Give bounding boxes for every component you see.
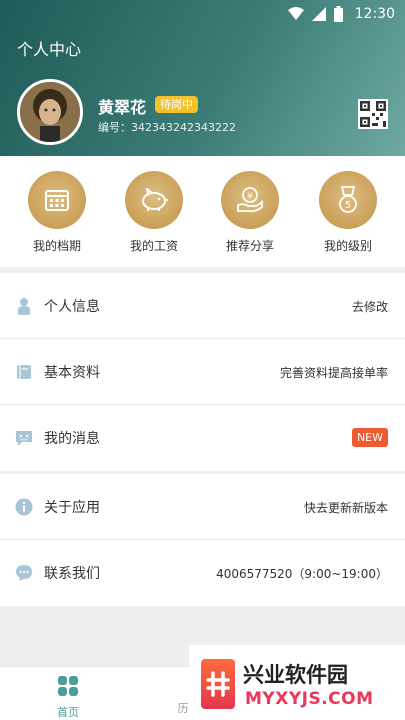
home-grid-icon [58,676,78,696]
user-id: 编号：342343242343222 [98,119,236,135]
menu-item-label: 关于应用 [44,500,100,516]
menu-item-value: 完善资料提高接单率 [279,366,388,380]
menu-item-value: 4006577520（9:00~19:00） [216,567,388,581]
quick-action-label: 我的档期 [32,239,81,253]
menu-item-label: 我的消息 [44,431,100,447]
watermark-logo-icon [201,659,235,709]
menu-item-value: 去修改 [351,300,388,314]
quick-action-schedule[interactable]: 我的档期 [14,171,100,254]
menu-item-label: 基本资料 [44,365,100,381]
info-icon [15,498,33,516]
book-icon [17,365,31,379]
status-badge: 待岗中 [155,96,198,113]
quick-action-share[interactable]: ¥ 推荐分享 [207,171,293,254]
user-id-value: 342343242343222 [131,121,236,134]
svg-text:¥: ¥ [247,192,253,202]
medal-icon: 5 [319,171,377,229]
profile-header: 12:30 个人中心 黄翠花 待岗中 编号：342343242343222 [0,0,405,156]
menu-item-value: 快去更新新版本 [303,501,388,515]
wifi-icon [287,7,304,20]
svg-text:5: 5 [345,200,351,211]
quick-action-level[interactable]: 5 我的级别 [305,171,391,254]
quick-actions-panel: 我的档期 我的工资 ¥ 推荐分享 5 我的级别 [0,156,405,267]
menu-group-app: 关于应用 快去更新新版本 联系我们 4006577520（9:00~19:00） [0,474,405,606]
watermark: 兴业软件园 MYXYJS.COM [189,645,405,720]
user-id-label: 编号： [98,121,131,134]
menu-item-personal-info[interactable]: 个人信息 去修改 [0,273,405,339]
watermark-url: MYXYJS.COM [245,689,374,709]
quick-action-label: 我的工资 [129,239,178,253]
menu-item-messages[interactable]: 我的消息 NEW [0,405,405,471]
message-icon [16,431,32,446]
status-time: 12:30 [354,6,395,22]
menu-item-basic-profile[interactable]: 基本资料 完善资料提高接单率 [0,339,405,405]
watermark-title: 兴业软件园 [243,663,348,687]
menu-item-label: 个人信息 [44,299,100,315]
quick-action-label: 推荐分享 [225,239,274,253]
menu-item-about[interactable]: 关于应用 快去更新新版本 [0,474,405,540]
menu-group-account: 个人信息 去修改 基本资料 完善资料提高接单率 我的消息 NEW [0,273,405,471]
calendar-icon [28,171,86,229]
menu-item-contact[interactable]: 联系我们 4006577520（9:00~19:00） [0,540,405,606]
chat-icon [16,565,32,581]
signal-icon [311,7,326,21]
qr-code-icon[interactable] [358,99,388,129]
quick-action-label: 我的级别 [323,239,372,253]
page-title: 个人中心 [17,40,82,59]
status-bar: 12:30 [287,4,395,24]
tab-home[interactable]: 首页 [33,675,103,720]
avatar[interactable] [17,79,83,145]
battery-icon [333,6,343,22]
tab-label: 首页 [57,706,79,719]
quick-action-salary[interactable]: 我的工资 [111,171,197,254]
piggy-bank-icon [125,171,183,229]
person-icon [18,298,30,315]
user-name: 黄翠花 [98,98,147,117]
menu-item-label: 联系我们 [44,566,100,582]
new-badge: NEW [351,428,388,447]
yen-coin-hand-icon: ¥ [221,171,279,229]
